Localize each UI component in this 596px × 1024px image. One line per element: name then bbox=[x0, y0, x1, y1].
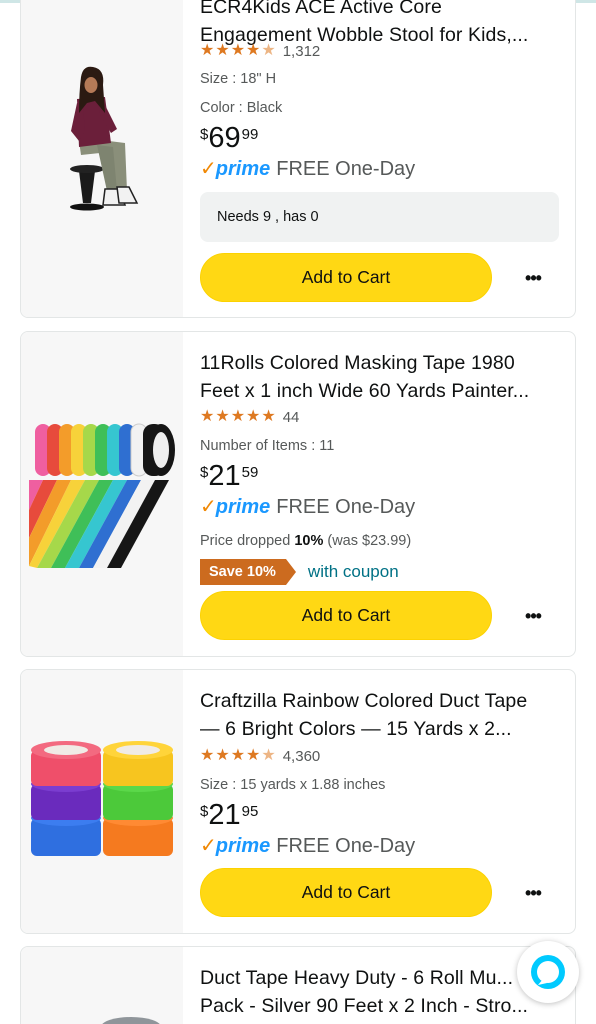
coupon-link[interactable]: with coupon bbox=[308, 562, 399, 582]
size-label: Size : 18" H bbox=[200, 71, 277, 87]
add-to-cart-button[interactable]: Add to Cart bbox=[200, 868, 492, 917]
delivery-text: FREE One-Day bbox=[276, 158, 416, 180]
add-to-cart-button[interactable]: Add to Cart bbox=[200, 591, 492, 640]
prime-check-icon: ✓ bbox=[200, 835, 217, 857]
product-card[interactable]: ECR4Kids ACE Active Core Engagement Wobb… bbox=[20, 0, 576, 318]
delivery-text: FREE One-Day bbox=[276, 496, 416, 518]
product-title[interactable]: Duct Tape Heavy Duty - 6 Roll Mu... Pack… bbox=[200, 964, 530, 1020]
rating-count: 4,360 bbox=[282, 747, 321, 765]
rating-count: 44 bbox=[282, 408, 300, 426]
coupon-badge[interactable]: Save 10% bbox=[200, 559, 296, 585]
prime-delivery: ✓ prime FREE One-Day bbox=[200, 158, 415, 180]
product-card[interactable]: 11Rolls Colored Masking Tape 1980 Feet x… bbox=[20, 331, 576, 657]
prime-delivery: ✓ prime FREE One-Day bbox=[200, 835, 415, 857]
coupon[interactable]: Save 10% with coupon bbox=[200, 559, 399, 585]
price: $ 21 59 bbox=[200, 460, 259, 492]
star-rating-icon: ★ ★ ★ ★ ★ bbox=[200, 408, 276, 425]
rating[interactable]: ★ ★ ★ ★ ★ 4,360 bbox=[200, 746, 320, 766]
product-image[interactable] bbox=[21, 332, 183, 656]
product-card[interactable]: Craftzilla Rainbow Colored Duct Tape — 6… bbox=[20, 669, 576, 934]
ellipsis-icon[interactable]: ••• bbox=[518, 269, 548, 291]
size-label: Size : 15 yards x 1.88 inches bbox=[200, 777, 386, 793]
price: $ 69 99 bbox=[200, 122, 259, 154]
rating[interactable]: ★ ★ ★ ★ ★ 1,312 bbox=[200, 41, 320, 61]
rating[interactable]: ★ ★ ★ ★ ★ 44 bbox=[200, 407, 299, 427]
add-to-cart-button[interactable]: Add to Cart bbox=[200, 253, 492, 302]
alexa-icon bbox=[531, 955, 565, 989]
prime-check-icon: ✓ bbox=[200, 158, 217, 180]
ellipsis-icon[interactable]: ••• bbox=[518, 884, 548, 906]
needs-status: Needs 9 , has 0 bbox=[200, 192, 559, 242]
rating-count: 1,312 bbox=[282, 42, 321, 60]
star-rating-icon: ★ ★ ★ ★ ★ bbox=[200, 747, 276, 764]
ellipsis-icon[interactable]: ••• bbox=[518, 607, 548, 629]
price-drop-notice: Price dropped 10% (was $23.99) bbox=[200, 533, 412, 549]
prime-logo: prime bbox=[215, 158, 271, 180]
number-of-items-label: Number of Items : 11 bbox=[200, 438, 335, 454]
product-card[interactable]: Duct Tape Heavy Duty - 6 Roll Mu... Pack… bbox=[20, 946, 576, 1024]
prime-check-icon: ✓ bbox=[200, 496, 217, 518]
price: $ 21 95 bbox=[200, 799, 259, 831]
product-title[interactable]: Craftzilla Rainbow Colored Duct Tape — 6… bbox=[200, 687, 560, 743]
prime-delivery: ✓ prime FREE One-Day bbox=[200, 496, 415, 518]
product-title[interactable]: 11Rolls Colored Masking Tape 1980 Feet x… bbox=[200, 349, 560, 405]
product-image[interactable] bbox=[21, 947, 183, 1024]
alexa-button[interactable] bbox=[517, 941, 579, 1003]
product-image[interactable] bbox=[21, 670, 183, 933]
star-rating-icon: ★ ★ ★ ★ ★ bbox=[200, 42, 276, 59]
prime-logo: prime bbox=[215, 835, 271, 857]
prime-logo: prime bbox=[215, 496, 271, 518]
color-label: Color : Black bbox=[200, 100, 283, 116]
delivery-text: FREE One-Day bbox=[276, 835, 416, 857]
product-image[interactable] bbox=[21, 0, 183, 317]
